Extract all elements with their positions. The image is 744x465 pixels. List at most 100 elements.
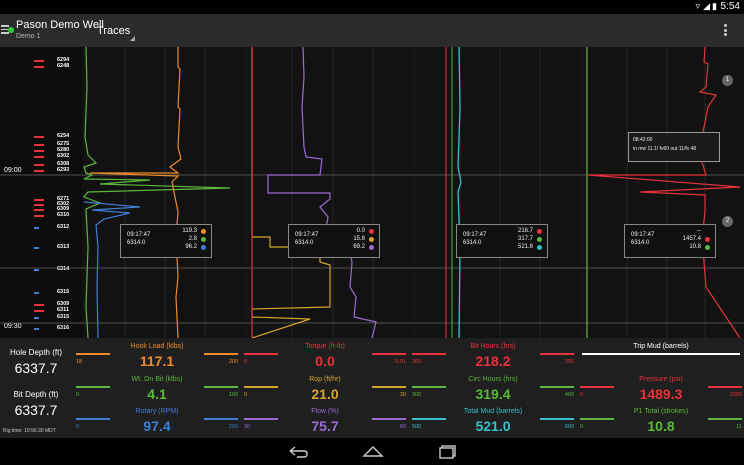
hole-depth-label: Hole Depth (ft) [9, 348, 63, 357]
signal-icon: ◢ [703, 1, 710, 11]
readout-name: Flow (%) [311, 408, 339, 415]
readout-time: 09:17:47 [463, 232, 487, 238]
readout-min: 200 [412, 359, 422, 365]
readout-value: 317.7 [517, 236, 533, 242]
range-bar-left [76, 386, 110, 388]
readout-value: 10.8 [647, 418, 675, 434]
range-bar-right [372, 353, 406, 355]
readout-min: 0 [244, 392, 248, 398]
range-bar-left [580, 386, 614, 388]
readout-cell[interactable]: P1 Total (strokes) 10.8 0 11 [578, 405, 744, 438]
readout-cell[interactable]: Wt. On Bit (klbs) 4.1 0 100 [74, 373, 240, 406]
readout-cell[interactable]: Rop (ft/hr) 21.0 0 30 [242, 373, 408, 406]
readout-value: 117.1 [139, 353, 175, 369]
readout-cell[interactable]: Rotary (RPM) 97.4 0 200 [74, 405, 240, 438]
readout-name: P1 Total (strokes) [633, 408, 689, 415]
range-bar-right [708, 386, 742, 388]
trip-mud-bar [582, 353, 740, 355]
readout-name: Rop (ft/hr) [309, 376, 341, 383]
readout-value: 0.0 [356, 228, 365, 234]
range-bar-left [244, 353, 278, 355]
range-bar-right [204, 353, 238, 355]
traces-svg[interactable] [0, 47, 744, 338]
range-bar-left [244, 418, 278, 420]
app-bar: Pason Demo Well Demo 1 Traces [0, 14, 744, 47]
readout-cell[interactable]: Total Mud (barrels) 521.0 500 600 [410, 405, 576, 438]
readout-max: 300 [564, 359, 574, 365]
annotation-time: 08:42:00 [633, 137, 653, 143]
readout-value: 2.8 [188, 236, 197, 242]
cursor-readout-4: 09:17:47 6314.0 -- 1457.4 10.8 [624, 224, 716, 258]
readout-panel: Hole Depth (ft) 6337.7 Bit Depth (ft) 63… [0, 338, 744, 438]
cursor-readout-2: 09:17:47 6314.0 0.0 15.6 69.2 [288, 224, 380, 258]
status-time: 5:54 [720, 1, 740, 12]
readout-cell[interactable]: Pressure (psi) 1489.3 0 2000 [578, 373, 744, 406]
recents-icon[interactable] [437, 443, 459, 459]
home-icon[interactable] [362, 443, 384, 459]
readout-cell[interactable]: Flow (%) 75.7 30 89 [242, 405, 408, 438]
readout-value: 1489.3 [639, 386, 683, 402]
readout-name: Wt. On Bit (klbs) [131, 376, 183, 383]
readout-cell[interactable]: Circ Hours (hrs) 319.4 300 400 [410, 373, 576, 406]
readout-cell[interactable]: Trip Mud (barrels) [578, 340, 744, 373]
range-bar-left [412, 386, 446, 388]
series-dot [201, 237, 206, 242]
readout-max: 100 [228, 392, 238, 398]
readout-name: Pressure (psi) [639, 376, 683, 383]
readout-value: 21.0 [311, 386, 339, 402]
readout-name: Bit Hours (hrs) [470, 343, 516, 350]
readout-depth: 6314.0 [127, 240, 146, 246]
readout-min: 18 [76, 359, 83, 365]
range-bar-right [372, 418, 406, 420]
readout-cell[interactable]: Hook Load (klbs) 117.1 18 200 [74, 340, 240, 373]
readout-max: 600 [564, 424, 574, 430]
cursor-readout-1: 09:17:47 6314.0 119.3 2.8 96.2 [120, 224, 212, 258]
readout-cell[interactable]: Bit Hours (hrs) 218.2 200 300 [410, 340, 576, 373]
readout-depth: 6314.0 [631, 240, 650, 246]
view-selector[interactable]: Traces [97, 25, 130, 37]
rig-time: Rig time: 10:56:30 MDT [3, 428, 56, 434]
android-nav-bar [0, 438, 744, 465]
annotation-text: in mw 11.1/ fv60 out 11/fv 48 [633, 146, 697, 152]
bit-depth-value: 6337.7 [14, 402, 58, 418]
readout-name: Total Mud (barrels) [463, 408, 523, 415]
readout-max: 0.01 [395, 359, 406, 365]
readout-value: 15.6 [353, 236, 365, 242]
readout-cell[interactable]: Torque (ft-lb) 0.0 0 0.01 [242, 340, 408, 373]
range-bar-right [708, 418, 742, 420]
annotation-badge-2[interactable]: 2 [722, 216, 733, 227]
series-dot [369, 245, 374, 250]
series-dot [369, 237, 374, 242]
readout-min: 0 [580, 392, 584, 398]
bit-depth-label: Bit Depth (ft) [13, 390, 59, 399]
readout-name: Circ Hours (hrs) [468, 376, 518, 383]
well-name[interactable]: Pason Demo Well [16, 19, 104, 31]
readout-max: 200 [228, 424, 238, 430]
readout-min: 0 [244, 359, 248, 365]
series-dot [369, 229, 374, 234]
dropdown-triangle-icon[interactable] [130, 36, 135, 41]
range-bar-right [540, 418, 574, 420]
range-bar-left [412, 353, 446, 355]
readout-value: 521.6 [517, 244, 533, 250]
cursor-readout-3: 09:17:47 6314.0 216.7 317.7 521.6 [456, 224, 548, 258]
readout-time: 09:17:47 [127, 232, 151, 238]
trace-plots[interactable]: 6294 6248 6254 6275 6280 6302 6308 6293 6271 6302… [0, 47, 744, 384]
annotation-badge-1[interactable]: 1 [722, 75, 733, 86]
readout-value: 1457.4 [682, 236, 701, 242]
readout-depth: 6314.0 [295, 240, 314, 246]
annotation-note[interactable]: 08:42:00 in mw 11.1/ fv60 out 11/fv 48 [628, 132, 720, 162]
readout-max: 11 [736, 424, 742, 430]
readout-value: 75.7 [311, 418, 339, 434]
range-bar-left [580, 418, 614, 420]
back-icon[interactable] [287, 443, 309, 459]
hole-depth: Hole Depth (ft) 6337.7 [0, 348, 72, 376]
readout-max: 89 [399, 424, 406, 430]
well-subtitle: Demo 1 [16, 33, 41, 40]
range-bar-left [76, 353, 110, 355]
readout-depth: 6314.0 [463, 240, 482, 246]
readout-min: 0 [580, 424, 584, 430]
readout-value: 119.3 [182, 228, 197, 234]
wifi-icon: ▿ [695, 1, 700, 11]
overflow-menu-icon[interactable] [724, 24, 727, 38]
